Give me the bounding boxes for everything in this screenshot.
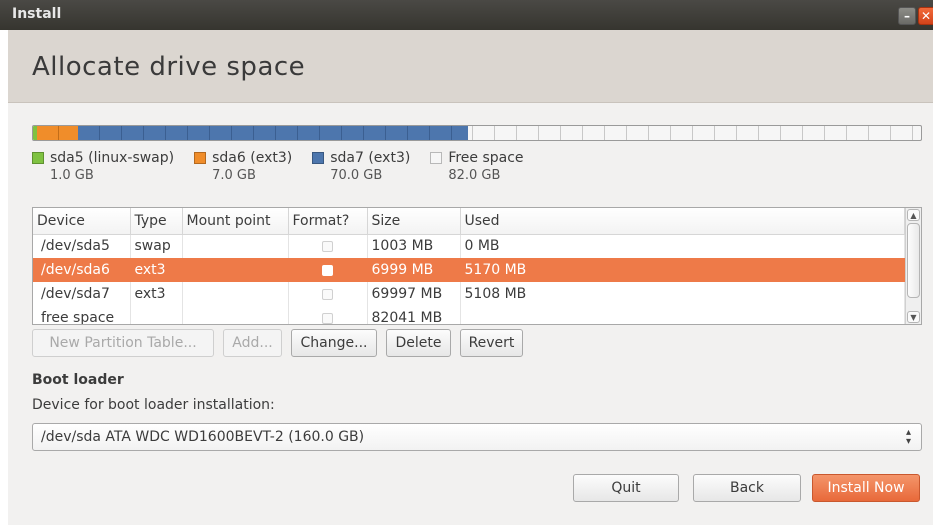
- minimize-button[interactable]: –: [898, 7, 916, 25]
- partition-legend: sda5 (linux-swap) 1.0 GB sda6 (ext3) 7.0…: [32, 150, 544, 183]
- cell-mount: [182, 258, 289, 282]
- column-header-mount-point[interactable]: Mount point: [182, 208, 289, 235]
- partition-bar-sda6: [37, 126, 78, 140]
- cell-size: 82041 MB: [367, 306, 461, 324]
- legend-name: Free space: [448, 150, 524, 166]
- column-header-size[interactable]: Size: [367, 208, 461, 235]
- partition-bar: [32, 125, 922, 141]
- partition-table: Device Type Mount point Format? Size Use…: [32, 207, 922, 325]
- legend-item-free: Free space 82.0 GB: [430, 150, 524, 183]
- cell-used: 5108 MB: [460, 282, 905, 306]
- format-checkbox[interactable]: [322, 288, 333, 300]
- cell-size: 6999 MB: [367, 258, 461, 282]
- column-header-used[interactable]: Used: [460, 208, 905, 235]
- legend-size: 82.0 GB: [448, 168, 501, 183]
- new-partition-table-button[interactable]: New Partition Table...: [32, 329, 214, 357]
- spinner-arrows-icon: ▴ ▾: [905, 427, 911, 447]
- delete-partition-button[interactable]: Delete: [386, 329, 451, 357]
- column-header-format[interactable]: Format?: [288, 208, 368, 235]
- install-now-button[interactable]: Install Now: [812, 474, 920, 502]
- legend-swatch: [430, 152, 443, 164]
- boot-loader-device-select[interactable]: /dev/sda ATA WDC WD1600BEVT-2 (160.0 GB)…: [32, 423, 922, 451]
- close-icon: ✕: [920, 9, 932, 23]
- page-header: Allocate drive space: [8, 30, 933, 103]
- cell-format: [288, 282, 368, 306]
- page-title: Allocate drive space: [32, 52, 306, 82]
- partition-bar-free: [468, 126, 921, 140]
- cell-used: 5170 MB: [460, 258, 905, 282]
- cell-device: free space: [33, 306, 131, 324]
- cell-used: 0 MB: [460, 234, 905, 258]
- title-bar: Install – ✕: [0, 0, 933, 30]
- legend-name: sda5 (linux-swap): [50, 150, 175, 166]
- table-row-selected[interactable]: /dev/sda6 ext3 6999 MB 5170 MB: [33, 258, 905, 282]
- revert-button[interactable]: Revert: [460, 329, 523, 357]
- table-row[interactable]: free space 82041 MB: [33, 306, 905, 324]
- format-checkbox[interactable]: [322, 264, 333, 276]
- column-header-device[interactable]: Device: [33, 208, 131, 235]
- cell-type: [130, 306, 183, 324]
- chevron-down-icon: ▼: [910, 313, 917, 322]
- legend-item-sda6: sda6 (ext3) 7.0 GB: [194, 150, 292, 183]
- cell-size: 69997 MB: [367, 282, 461, 306]
- cell-type: swap: [130, 234, 183, 258]
- legend-item-sda5: sda5 (linux-swap) 1.0 GB: [32, 150, 174, 183]
- scroll-down-button[interactable]: ▼: [907, 311, 920, 323]
- close-button[interactable]: ✕: [918, 7, 933, 25]
- chevron-up-icon: ▲: [910, 211, 917, 220]
- legend-swatch: [194, 152, 207, 164]
- add-partition-button[interactable]: Add...: [223, 329, 282, 357]
- legend-swatch: [312, 152, 325, 164]
- table-row[interactable]: /dev/sda7 ext3 69997 MB 5108 MB: [33, 282, 905, 306]
- cell-device: /dev/sda5: [33, 234, 131, 258]
- legend-size: 70.0 GB: [330, 168, 383, 183]
- column-header-type[interactable]: Type: [130, 208, 183, 235]
- legend-size: 1.0 GB: [50, 168, 94, 183]
- table-header-row: Device Type Mount point Format? Size Use…: [33, 208, 905, 235]
- change-partition-button[interactable]: Change...: [291, 329, 377, 357]
- cell-format: [288, 258, 368, 282]
- cell-size: 1003 MB: [367, 234, 461, 258]
- partition-table-viewport: Device Type Mount point Format? Size Use…: [33, 208, 905, 324]
- window-title: Install: [12, 6, 62, 22]
- boot-loader-title: Boot loader: [32, 372, 124, 388]
- legend-swatch: [32, 152, 44, 164]
- cell-mount: [182, 234, 289, 258]
- legend-item-sda7: sda7 (ext3) 70.0 GB: [312, 150, 410, 183]
- cell-format: [288, 234, 368, 258]
- cell-type: ext3: [130, 258, 183, 282]
- boot-loader-device-value: /dev/sda ATA WDC WD1600BEVT-2 (160.0 GB): [41, 429, 365, 445]
- back-button[interactable]: Back: [693, 474, 801, 502]
- cell-type: ext3: [130, 282, 183, 306]
- format-checkbox[interactable]: [322, 240, 333, 252]
- partition-bar-sda7: [78, 126, 468, 140]
- cell-mount: [182, 282, 289, 306]
- scroll-up-button[interactable]: ▲: [907, 209, 920, 221]
- legend-name: sda6 (ext3): [212, 150, 293, 166]
- cell-used: [460, 306, 905, 324]
- cell-format: [288, 306, 368, 324]
- table-row[interactable]: /dev/sda5 swap 1003 MB 0 MB: [33, 234, 905, 258]
- format-checkbox[interactable]: [322, 312, 333, 324]
- legend-size: 7.0 GB: [212, 168, 256, 183]
- table-scrollbar[interactable]: ▲ ▼: [905, 208, 921, 324]
- cell-mount: [182, 306, 289, 324]
- cell-device: /dev/sda6: [33, 258, 131, 282]
- boot-loader-label: Device for boot loader installation:: [32, 397, 275, 413]
- quit-button[interactable]: Quit: [573, 474, 679, 502]
- cell-device: /dev/sda7: [33, 282, 131, 306]
- minimize-icon: –: [904, 9, 910, 23]
- scrollbar-thumb[interactable]: [907, 223, 920, 298]
- legend-name: sda7 (ext3): [330, 150, 411, 166]
